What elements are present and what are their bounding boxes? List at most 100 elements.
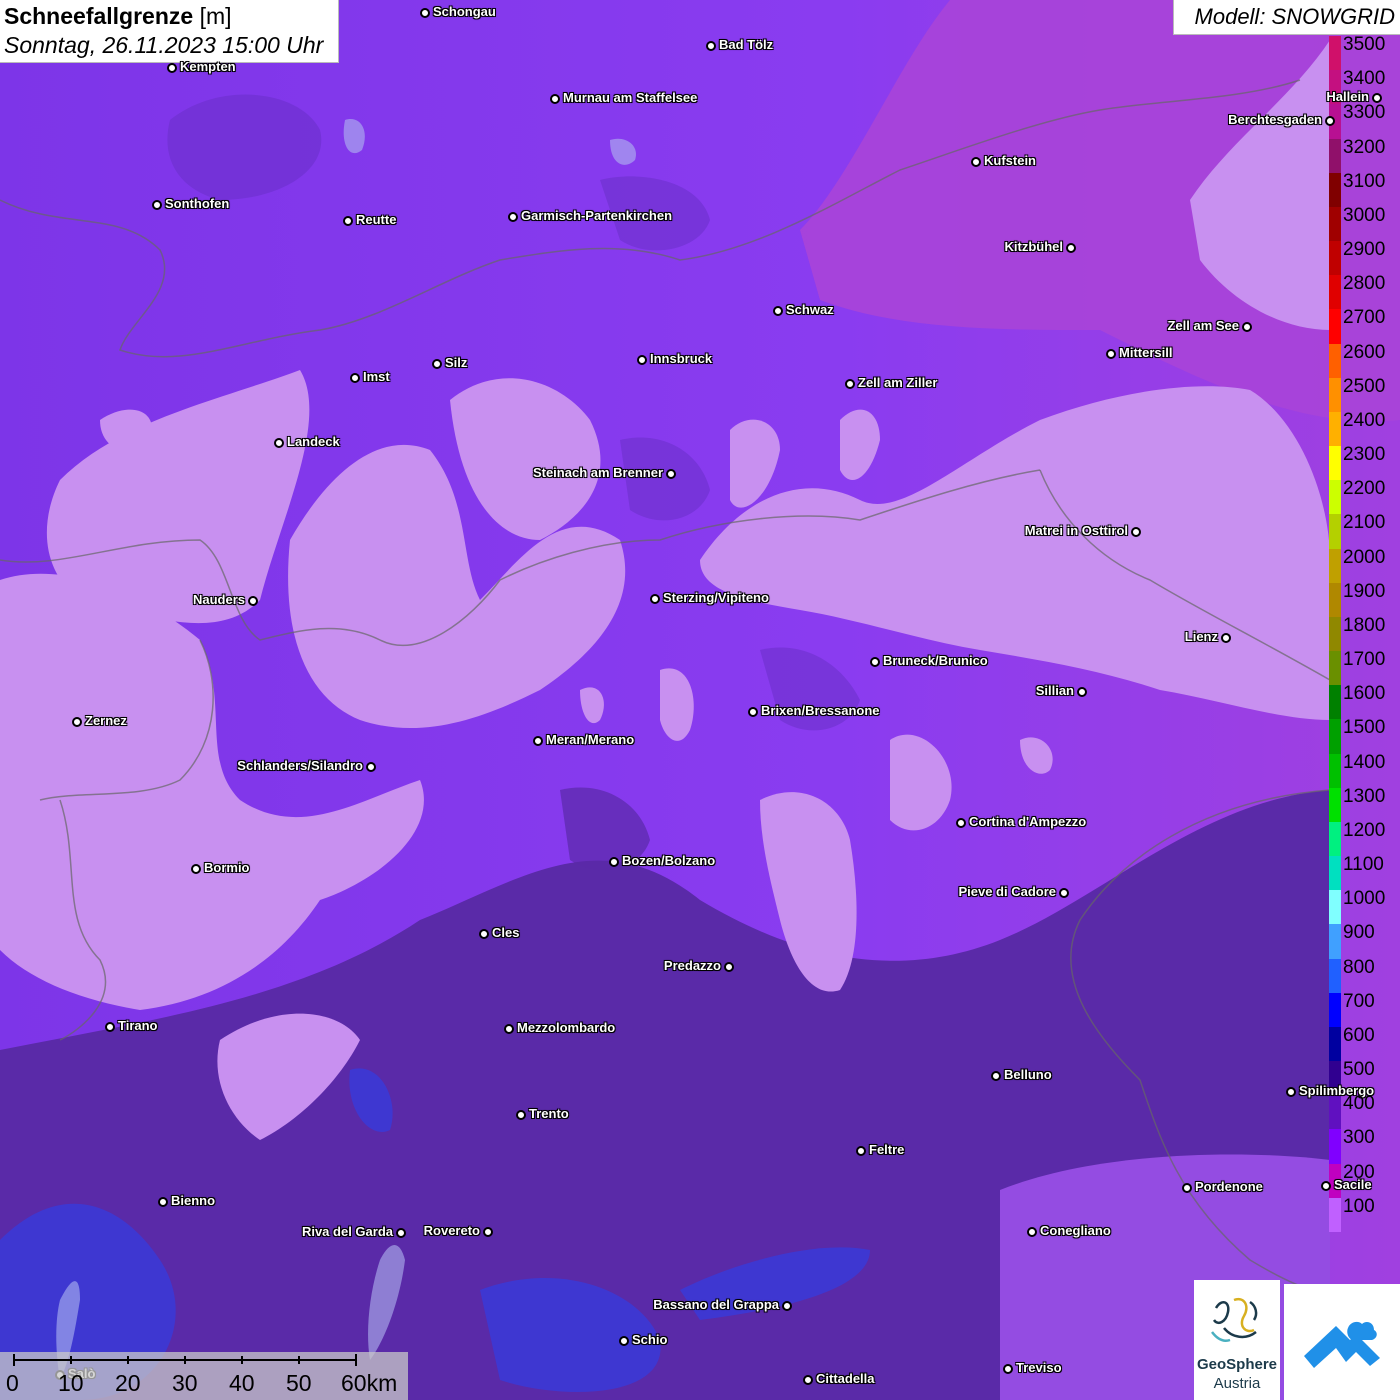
city-label[interactable]: Cortina d'Ampezzo — [969, 815, 1086, 829]
city-marker-icon[interactable] — [619, 1336, 629, 1346]
city-label[interactable]: Matrei in Osttirol — [1025, 524, 1128, 538]
city-marker-icon[interactable] — [1286, 1087, 1296, 1097]
city-marker-icon[interactable] — [248, 596, 258, 606]
city-marker-icon[interactable] — [724, 962, 734, 972]
city-marker-icon[interactable] — [773, 306, 783, 316]
city-label[interactable]: Sterzing/Vipiteno — [663, 591, 769, 605]
city-label[interactable]: Sillian — [1036, 684, 1074, 698]
city-marker-icon[interactable] — [782, 1301, 792, 1311]
city-label[interactable]: Brixen/Bressanone — [761, 704, 880, 718]
city-marker-icon[interactable] — [432, 359, 442, 369]
city-label[interactable]: Schlanders/Silandro — [237, 759, 363, 773]
city-label[interactable]: Feltre — [869, 1143, 904, 1157]
city-marker-icon[interactable] — [1003, 1364, 1013, 1374]
city-label[interactable]: Sonthofen — [165, 197, 229, 211]
city-marker-icon[interactable] — [1221, 633, 1231, 643]
city-label[interactable]: Mittersill — [1119, 346, 1172, 360]
city-label[interactable]: Zernez — [85, 714, 127, 728]
city-marker-icon[interactable] — [158, 1197, 168, 1207]
city-label[interactable]: Garmisch-Partenkirchen — [521, 209, 672, 223]
city-label[interactable]: Bad Tölz — [719, 38, 773, 52]
city-marker-icon[interactable] — [1182, 1183, 1192, 1193]
city-label[interactable]: Innsbruck — [650, 352, 712, 366]
city-marker-icon[interactable] — [1027, 1227, 1037, 1237]
city-marker-icon[interactable] — [550, 94, 560, 104]
city-marker-icon[interactable] — [420, 8, 430, 18]
city-marker-icon[interactable] — [191, 864, 201, 874]
city-label[interactable]: Bienno — [171, 1194, 215, 1208]
city-marker-icon[interactable] — [971, 157, 981, 167]
city-marker-icon[interactable] — [609, 857, 619, 867]
city-marker-icon[interactable] — [637, 355, 647, 365]
city-marker-icon[interactable] — [343, 216, 353, 226]
city-marker-icon[interactable] — [1242, 322, 1252, 332]
geosphere-logo[interactable]: GeoSphere Austria — [1194, 1280, 1280, 1400]
city-marker-icon[interactable] — [504, 1024, 514, 1034]
city-marker-icon[interactable] — [803, 1375, 813, 1385]
city-label[interactable]: Bassano del Grappa — [653, 1298, 779, 1312]
city-label[interactable]: Rovereto — [424, 1224, 480, 1238]
city-label[interactable]: Cles — [492, 926, 519, 940]
city-marker-icon[interactable] — [1066, 243, 1076, 253]
city-label[interactable]: Bormio — [204, 861, 250, 875]
city-marker-icon[interactable] — [516, 1110, 526, 1120]
city-marker-icon[interactable] — [1131, 527, 1141, 537]
city-marker-icon[interactable] — [72, 717, 82, 727]
city-label[interactable]: Berchtesgaden — [1228, 113, 1322, 127]
city-label[interactable]: Schwaz — [786, 303, 834, 317]
city-marker-icon[interactable] — [396, 1228, 406, 1238]
city-label[interactable]: Tirano — [118, 1019, 158, 1033]
city-marker-icon[interactable] — [748, 707, 758, 717]
city-marker-icon[interactable] — [105, 1022, 115, 1032]
city-marker-icon[interactable] — [666, 469, 676, 479]
city-label[interactable]: Kufstein — [984, 154, 1036, 168]
city-marker-icon[interactable] — [650, 594, 660, 604]
city-label[interactable]: Reutte — [356, 213, 396, 227]
city-label[interactable]: Kempten — [180, 60, 236, 74]
city-label[interactable]: Cittadella — [816, 1372, 875, 1386]
city-label[interactable]: Schio — [632, 1333, 667, 1347]
city-label[interactable]: Zell am See — [1167, 319, 1239, 333]
app-logo[interactable] — [1284, 1284, 1400, 1400]
city-marker-icon[interactable] — [533, 736, 543, 746]
city-marker-icon[interactable] — [1106, 349, 1116, 359]
city-label[interactable]: Predazzo — [664, 959, 721, 973]
city-label[interactable]: Silz — [445, 356, 467, 370]
city-marker-icon[interactable] — [870, 657, 880, 667]
city-marker-icon[interactable] — [856, 1146, 866, 1156]
city-marker-icon[interactable] — [845, 379, 855, 389]
city-label[interactable]: Imst — [363, 370, 390, 384]
city-marker-icon[interactable] — [479, 929, 489, 939]
city-label[interactable]: Murnau am Staffelsee — [563, 91, 697, 105]
city-marker-icon[interactable] — [508, 212, 518, 222]
city-marker-icon[interactable] — [274, 438, 284, 448]
city-label[interactable]: Pordenone — [1195, 1180, 1263, 1194]
city-label[interactable]: Bozen/Bolzano — [622, 854, 715, 868]
city-label[interactable]: Belluno — [1004, 1068, 1052, 1082]
city-label[interactable]: Nauders — [193, 593, 245, 607]
city-label[interactable]: Schongau — [433, 5, 496, 19]
city-label[interactable]: Treviso — [1016, 1361, 1062, 1375]
city-label[interactable]: Meran/Merano — [546, 733, 634, 747]
city-label[interactable]: Mezzolombardo — [517, 1021, 615, 1035]
city-label[interactable]: Conegliano — [1040, 1224, 1111, 1238]
city-marker-icon[interactable] — [1325, 116, 1335, 126]
city-label[interactable]: Riva del Garda — [302, 1225, 393, 1239]
city-label[interactable]: Landeck — [287, 435, 340, 449]
city-label[interactable]: Trento — [529, 1107, 569, 1121]
city-marker-icon[interactable] — [1059, 888, 1069, 898]
city-marker-icon[interactable] — [350, 373, 360, 383]
city-marker-icon[interactable] — [706, 41, 716, 51]
city-label[interactable]: Zell am Ziller — [858, 376, 937, 390]
city-marker-icon[interactable] — [1321, 1181, 1331, 1191]
snowfall-line-map[interactable]: Schneefallgrenze [m] Sonntag, 26.11.2023… — [0, 0, 1400, 1400]
city-marker-icon[interactable] — [991, 1071, 1001, 1081]
city-label[interactable]: Bruneck/Brunico — [883, 654, 988, 668]
city-marker-icon[interactable] — [366, 762, 376, 772]
city-marker-icon[interactable] — [167, 63, 177, 73]
city-label[interactable]: Kitzbühel — [1005, 240, 1064, 254]
city-label[interactable]: Lienz — [1185, 630, 1218, 644]
city-label[interactable]: Steinach am Brenner — [533, 466, 663, 480]
city-marker-icon[interactable] — [483, 1227, 493, 1237]
city-label[interactable]: Pieve di Cadore — [958, 885, 1056, 899]
